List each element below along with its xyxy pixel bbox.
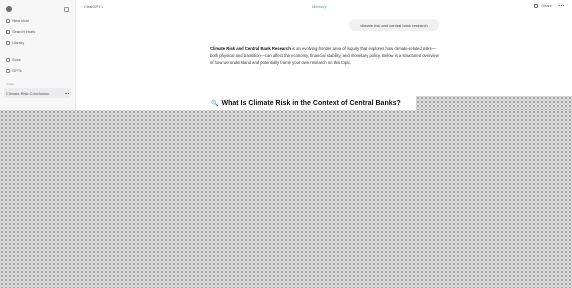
search-icon bbox=[6, 29, 10, 34]
share-label: Share bbox=[541, 3, 552, 8]
pencil-icon bbox=[6, 18, 10, 23]
sidebar-item-label: Sora bbox=[12, 57, 21, 62]
sidebar-item-label: New chat bbox=[12, 18, 29, 23]
obscured-region bbox=[0, 110, 572, 288]
obscured-region bbox=[416, 96, 572, 110]
sidebar-item-gpts[interactable]: GPTs bbox=[4, 65, 71, 76]
magnifier-icon: 🔍 bbox=[211, 101, 219, 107]
heading-text: What Is Climate Risk in the Context of C… bbox=[221, 100, 401, 107]
sidebar-item-label: GPTs bbox=[12, 68, 22, 73]
sidebar-item-library[interactable]: Library bbox=[4, 37, 71, 48]
more-options-icon[interactable] bbox=[559, 4, 564, 7]
share-icon bbox=[534, 3, 539, 8]
more-icon[interactable] bbox=[65, 92, 69, 94]
user-message: climate risk and central bank research bbox=[349, 19, 439, 31]
model-selector[interactable]: ChatGPT bbox=[84, 4, 103, 9]
sidebar-item-search[interactable]: Search chats bbox=[4, 26, 71, 37]
sidebar-item-label: Library bbox=[12, 40, 25, 45]
memory-link[interactable]: Memory bbox=[312, 4, 326, 9]
logo-icon[interactable] bbox=[6, 6, 12, 12]
assistant-answer: Climate Risk and Central Bank Research i… bbox=[210, 45, 442, 66]
sidebar-item-label: Search chats bbox=[12, 29, 36, 34]
sidebar-item-sora[interactable]: Sora bbox=[4, 54, 71, 65]
chat-title: Climate Risk Conclusion bbox=[6, 90, 50, 96]
collapse-sidebar-icon[interactable] bbox=[64, 6, 69, 12]
gpts-icon bbox=[6, 68, 10, 73]
share-button[interactable]: Share bbox=[534, 3, 564, 8]
top-bar: ChatGPT Memory Share bbox=[76, 0, 572, 14]
library-icon bbox=[6, 40, 10, 45]
sidebar-item-new-chat[interactable]: New chat bbox=[4, 15, 71, 26]
sidebar-header bbox=[4, 3, 71, 15]
sidebar-chat-active[interactable]: Climate Risk Conclusion bbox=[4, 88, 71, 98]
answer-bold-lead: Climate Risk and Central Bank Research bbox=[210, 46, 291, 51]
sora-icon bbox=[6, 57, 10, 62]
sidebar-section-label: Chats bbox=[6, 82, 14, 86]
